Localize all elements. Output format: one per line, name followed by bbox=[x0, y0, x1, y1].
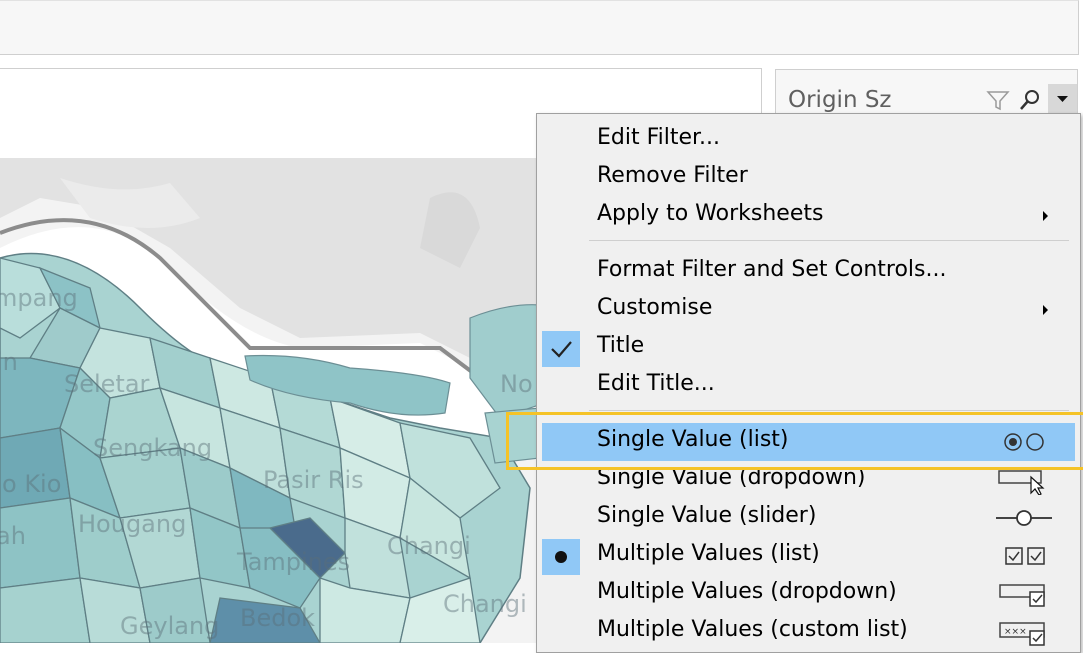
menu-item-multiple-values-custom-list[interactable]: Multiple Values (custom list) ××× bbox=[542, 613, 1075, 651]
menu-item-edit-title[interactable]: Edit Title... bbox=[542, 367, 1075, 405]
map-label: Hougang bbox=[78, 510, 187, 538]
menu-item-title[interactable]: Title bbox=[542, 329, 1075, 367]
menu-item-label: Remove Filter bbox=[597, 163, 748, 188]
menu-item-single-value-slider[interactable]: Single Value (slider) bbox=[542, 499, 1075, 537]
menu-item-customise[interactable]: Customise bbox=[542, 291, 1075, 329]
funnel-icon[interactable] bbox=[986, 88, 1010, 112]
map-label: o Kio bbox=[2, 470, 62, 498]
menu-item-label: Customise bbox=[597, 295, 713, 320]
map-label: Changi bbox=[387, 532, 471, 560]
menu-item-label: Format Filter and Set Controls... bbox=[597, 257, 947, 282]
menu-item-label: Multiple Values (dropdown) bbox=[597, 579, 897, 604]
filter-title: Origin Sz bbox=[788, 87, 892, 113]
map-label: Pasir Ris bbox=[263, 466, 364, 494]
map-label: Sengkang bbox=[93, 434, 213, 462]
search-icon[interactable] bbox=[1018, 88, 1042, 112]
menu-item-multiple-values-dropdown[interactable]: Multiple Values (dropdown) bbox=[542, 575, 1075, 613]
map-label: ah bbox=[0, 522, 26, 550]
menu-item-label: Multiple Values (list) bbox=[597, 541, 820, 566]
menu-item-multiple-values-list[interactable]: Multiple Values (list) bbox=[542, 537, 1075, 575]
menu-item-format-filter[interactable]: Format Filter and Set Controls... bbox=[542, 253, 1075, 291]
map-label: mpang bbox=[0, 284, 78, 312]
submenu-arrow-icon bbox=[1043, 305, 1048, 315]
menu-item-label: Title bbox=[597, 333, 645, 358]
menu-item-label: Edit Filter... bbox=[597, 125, 721, 150]
menu-separator bbox=[589, 240, 1069, 241]
menu-item-label: Single Value (slider) bbox=[597, 503, 817, 528]
dropdown-cursor-icon bbox=[997, 467, 1053, 499]
submenu-arrow-icon bbox=[1043, 211, 1048, 221]
chevron-down-icon bbox=[1057, 96, 1068, 102]
custom-list-icon: ××× bbox=[998, 619, 1054, 651]
map-label: Tampines bbox=[237, 548, 351, 576]
map-label: Changi bbox=[443, 590, 527, 618]
svg-text:×××: ××× bbox=[1004, 627, 1027, 637]
menu-item-label: Apply to Worksheets bbox=[597, 201, 824, 226]
map-label: Seletar bbox=[64, 370, 150, 398]
callout-highlight-box bbox=[506, 412, 1083, 470]
dropdown-checkbox-icon bbox=[998, 581, 1054, 613]
filter-context-menu: Edit Filter... Remove Filter Apply to Wo… bbox=[536, 113, 1081, 653]
menu-item-remove-filter[interactable]: Remove Filter bbox=[542, 159, 1075, 197]
bullet-icon bbox=[542, 539, 580, 575]
filter-dropdown-button[interactable] bbox=[1048, 84, 1077, 114]
map-label: No bbox=[500, 370, 533, 398]
menu-item-label: Edit Title... bbox=[597, 371, 715, 396]
top-toolbar bbox=[0, 0, 1079, 55]
checkmark-icon bbox=[542, 331, 580, 367]
checkbox-list-icon bbox=[1004, 545, 1048, 571]
map-label: in bbox=[0, 348, 18, 376]
menu-separator bbox=[589, 410, 1069, 411]
menu-item-edit-filter[interactable]: Edit Filter... bbox=[542, 121, 1075, 159]
map-label: Bedok bbox=[240, 604, 316, 632]
menu-item-label: Multiple Values (custom list) bbox=[597, 617, 908, 642]
map-label: Geylang bbox=[120, 612, 220, 640]
menu-item-apply-to-worksheets[interactable]: Apply to Worksheets bbox=[542, 197, 1075, 235]
slider-icon bbox=[994, 507, 1054, 533]
